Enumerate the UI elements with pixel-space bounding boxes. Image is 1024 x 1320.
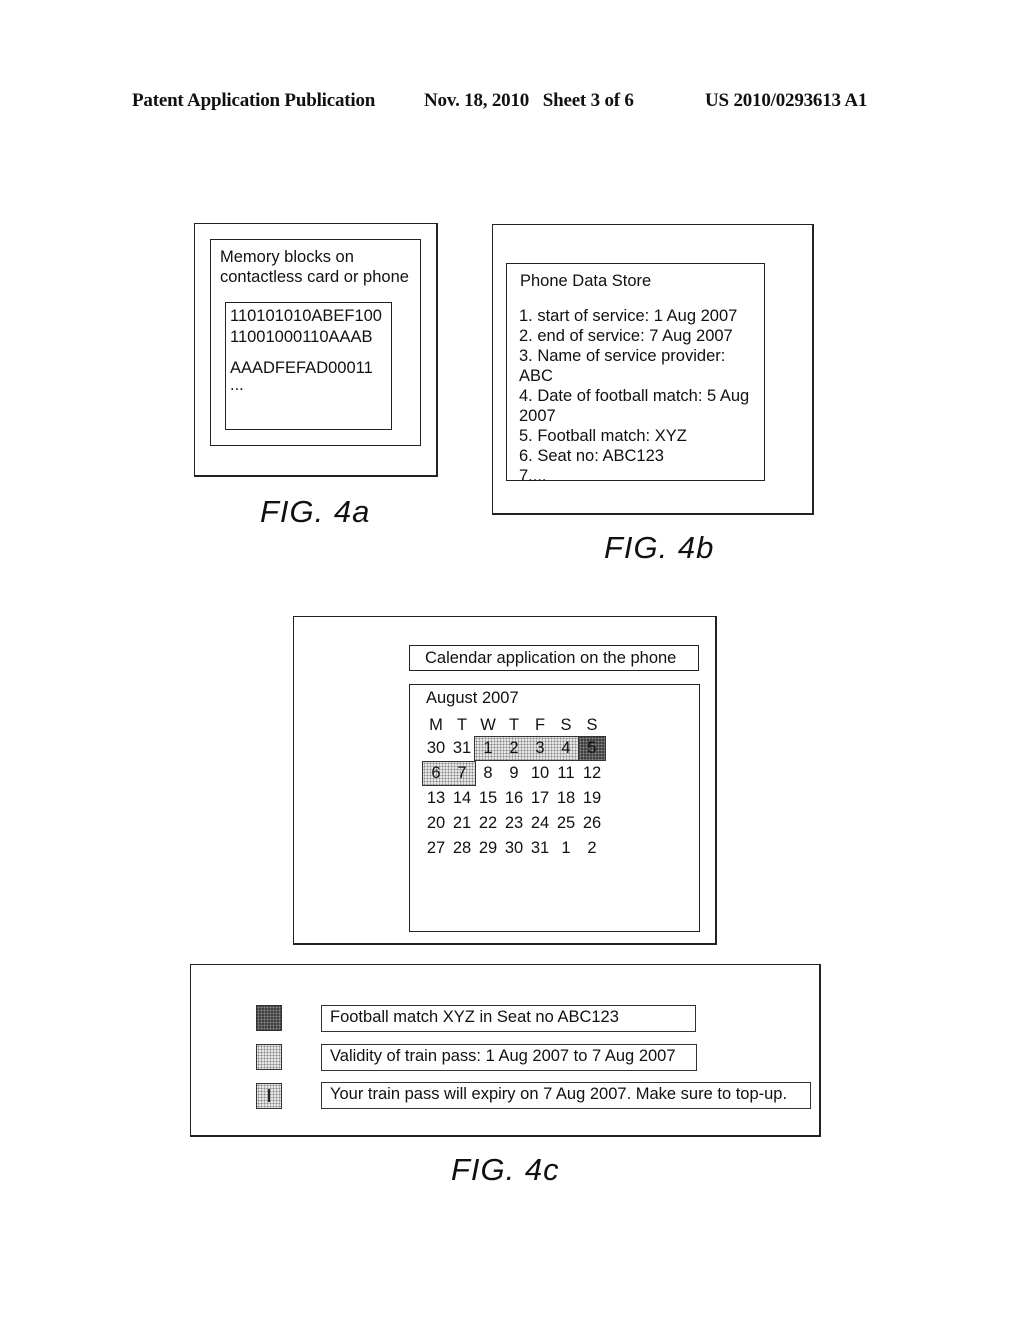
calendar-day[interactable]: 19 bbox=[579, 787, 605, 809]
calendar-day[interactable]: 4 bbox=[553, 737, 579, 759]
weekday-header: T bbox=[456, 716, 468, 734]
calendar-day[interactable]: 1 bbox=[475, 737, 501, 759]
calendar-grid: M T W T F S S 30 31 1 2 3 4 5 6 7 8 9 10 11 12 13 14 15 16 17 18 19… bbox=[410, 685, 699, 931]
calendar-day[interactable]: 24 bbox=[527, 812, 553, 834]
memory-blocks-panel: Memory blocks on contactless card or pho… bbox=[210, 239, 421, 446]
calendar-day[interactable]: 17 bbox=[527, 787, 553, 809]
legend-football-match: Football match XYZ in Seat no ABC123 bbox=[321, 1005, 696, 1032]
memory-blocks-title-line-1: Memory blocks on bbox=[220, 248, 354, 266]
data-store-line: 5. Football match: XYZ bbox=[519, 427, 687, 445]
calendar-day[interactable]: 18 bbox=[553, 787, 579, 809]
calendar-day[interactable]: 13 bbox=[423, 787, 449, 809]
figure-caption-4a: FIG. 4a bbox=[260, 494, 371, 529]
data-store-line: 3. Name of service provider: bbox=[519, 347, 726, 365]
calendar-day[interactable]: 22 bbox=[475, 812, 501, 834]
publication-label: Patent Application Publication bbox=[132, 90, 376, 111]
calendar-day[interactable]: 29 bbox=[475, 837, 501, 859]
memory-line: 110101010ABEF100 bbox=[230, 307, 382, 325]
weekday-header: T bbox=[508, 716, 520, 734]
legend-train-pass-validity: Validity of train pass: 1 Aug 2007 to 7 … bbox=[321, 1044, 697, 1071]
calendar-day[interactable]: 16 bbox=[501, 787, 527, 809]
calendar-day[interactable]: 28 bbox=[449, 837, 475, 859]
calendar-day[interactable]: 27 bbox=[423, 837, 449, 859]
weekday-header: F bbox=[534, 716, 546, 734]
calendar-day[interactable]: 12 bbox=[579, 762, 605, 784]
calendar-month-panel: August 2007 M T W T F S S 30 31 1 2 3 4 5 6 7 8 9 10 11 12 13… bbox=[409, 684, 700, 932]
data-store-line: 2. end of service: 7 Aug 2007 bbox=[519, 327, 733, 345]
weekday-header: S bbox=[586, 716, 598, 734]
train-pass-validity-swatch bbox=[256, 1044, 282, 1070]
fig4b-device-frame: Phone Data Store 1. start of service: 1 … bbox=[492, 224, 814, 515]
memory-line: ... bbox=[230, 376, 244, 394]
expiry-warning-swatch bbox=[256, 1083, 282, 1109]
data-store-line: 2007 bbox=[519, 407, 556, 425]
data-store-line: 6. Seat no: ABC123 bbox=[519, 447, 664, 465]
data-store-line: 1. start of service: 1 Aug 2007 bbox=[519, 307, 738, 325]
figure-caption-4c: FIG. 4c bbox=[451, 1152, 560, 1187]
calendar-day[interactable]: 23 bbox=[501, 812, 527, 834]
calendar-day[interactable]: 21 bbox=[449, 812, 475, 834]
calendar-day[interactable]: 3 bbox=[527, 737, 553, 759]
data-store-line: ABC bbox=[519, 367, 553, 385]
calendar-day[interactable]: 31 bbox=[527, 837, 553, 859]
fig4c-device-frame: Calendar application on the phone August… bbox=[293, 616, 717, 945]
calendar-app-title: Calendar application on the phone bbox=[425, 649, 677, 667]
figure-caption-4b: FIG. 4b bbox=[604, 530, 715, 565]
fig4a-device-frame: Memory blocks on contactless card or pho… bbox=[194, 223, 438, 477]
calendar-day[interactable]: 2 bbox=[501, 737, 527, 759]
date-and-sheet: Nov. 18, 2010 Sheet 3 of 6 bbox=[424, 90, 634, 111]
legend-expiry-warning: Your train pass will expiry on 7 Aug 200… bbox=[321, 1082, 811, 1109]
calendar-day[interactable]: 20 bbox=[423, 812, 449, 834]
calendar-day[interactable]: 14 bbox=[449, 787, 475, 809]
memory-line: AAADFEFAD00011 bbox=[230, 359, 373, 377]
calendar-day[interactable]: 6 bbox=[423, 762, 449, 784]
calendar-day[interactable]: 5 bbox=[579, 737, 605, 759]
calendar-day[interactable]: 7 bbox=[449, 762, 475, 784]
calendar-day[interactable]: 25 bbox=[553, 812, 579, 834]
exclamation-icon bbox=[268, 1089, 270, 1102]
calendar-day[interactable]: 30 bbox=[423, 737, 449, 759]
calendar-day[interactable]: 2 bbox=[579, 837, 605, 859]
memory-data-box: 110101010ABEF100 11001000110AAAB AAADFEF… bbox=[225, 302, 392, 430]
calendar-day[interactable]: 15 bbox=[475, 787, 501, 809]
calendar-app-title-bar: Calendar application on the phone bbox=[409, 645, 699, 671]
calendar-day[interactable]: 30 bbox=[501, 837, 527, 859]
data-store-line: 4. Date of football match: 5 Aug bbox=[519, 387, 750, 405]
calendar-day[interactable]: 10 bbox=[527, 762, 553, 784]
patent-number: US 2010/0293613 A1 bbox=[705, 90, 868, 111]
memory-blocks-title-line-2: contactless card or phone bbox=[220, 268, 409, 286]
football-match-swatch bbox=[256, 1005, 282, 1031]
calendar-day[interactable]: 11 bbox=[553, 762, 579, 784]
phone-data-store-panel: Phone Data Store 1. start of service: 1 … bbox=[506, 263, 765, 485]
calendar-day[interactable]: 1 bbox=[553, 837, 579, 859]
calendar-day[interactable]: 9 bbox=[501, 762, 527, 784]
phone-data-store-title: Phone Data Store bbox=[520, 272, 652, 290]
calendar-day[interactable]: 8 bbox=[475, 762, 501, 784]
memory-line: 11001000110AAAB bbox=[230, 328, 373, 346]
calendar-legend-panel: Football match XYZ in Seat no ABC123 Val… bbox=[190, 964, 821, 1137]
weekday-header: S bbox=[560, 716, 572, 734]
calendar-day[interactable]: 26 bbox=[579, 812, 605, 834]
weekday-header: M bbox=[429, 716, 443, 734]
weekday-header: W bbox=[480, 716, 496, 734]
calendar-day[interactable]: 31 bbox=[449, 737, 475, 759]
data-store-line: 7.... bbox=[519, 467, 547, 485]
